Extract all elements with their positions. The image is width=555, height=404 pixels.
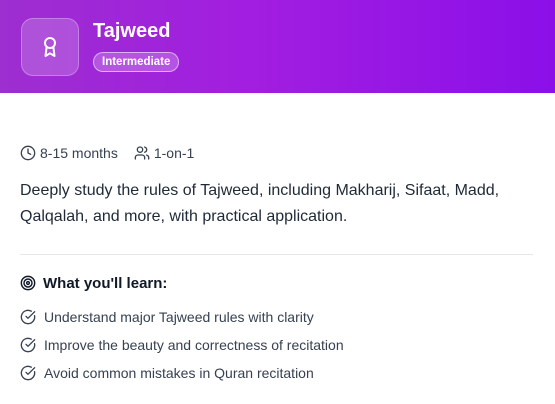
course-title: Tajweed [93,20,171,42]
card-header: Tajweed Intermediate [0,0,555,93]
check-circle-icon [20,365,36,381]
clock-icon [20,145,36,161]
learn-heading-text: What you'll learn: [43,274,168,292]
learn-list: Understand major Tajweed rules with clar… [20,307,344,391]
check-circle-icon [20,309,36,325]
award-icon [21,18,79,76]
list-item: Understand major Tajweed rules with clar… [20,307,344,327]
course-meta: 8-15 months 1-on-1 [20,143,194,163]
format-text: 1-on-1 [153,145,195,161]
learn-heading: What you'll learn: [20,273,167,293]
list-item: Avoid common mistakes in Quran recitatio… [20,363,344,383]
list-item-text: Understand major Tajweed rules with clar… [44,309,314,325]
level-badge: Intermediate [93,52,180,72]
list-item-text: Improve the beauty and correctness of re… [44,337,344,353]
course-card: Tajweed Intermediate 8-15 months 1-on-1 … [0,0,555,404]
list-item-text: Avoid common mistakes in Quran recitatio… [44,365,314,381]
format-info: 1-on-1 [134,145,194,161]
duration-info: 8-15 months [20,145,118,161]
divider [20,254,533,255]
duration-text: 8-15 months [40,145,118,161]
list-item: Improve the beauty and correctness of re… [20,335,344,355]
users-icon [134,146,150,160]
check-circle-icon [20,337,36,353]
target-icon [20,275,36,291]
course-description: Deeply study the rules of Tajweed, inclu… [20,182,500,225]
